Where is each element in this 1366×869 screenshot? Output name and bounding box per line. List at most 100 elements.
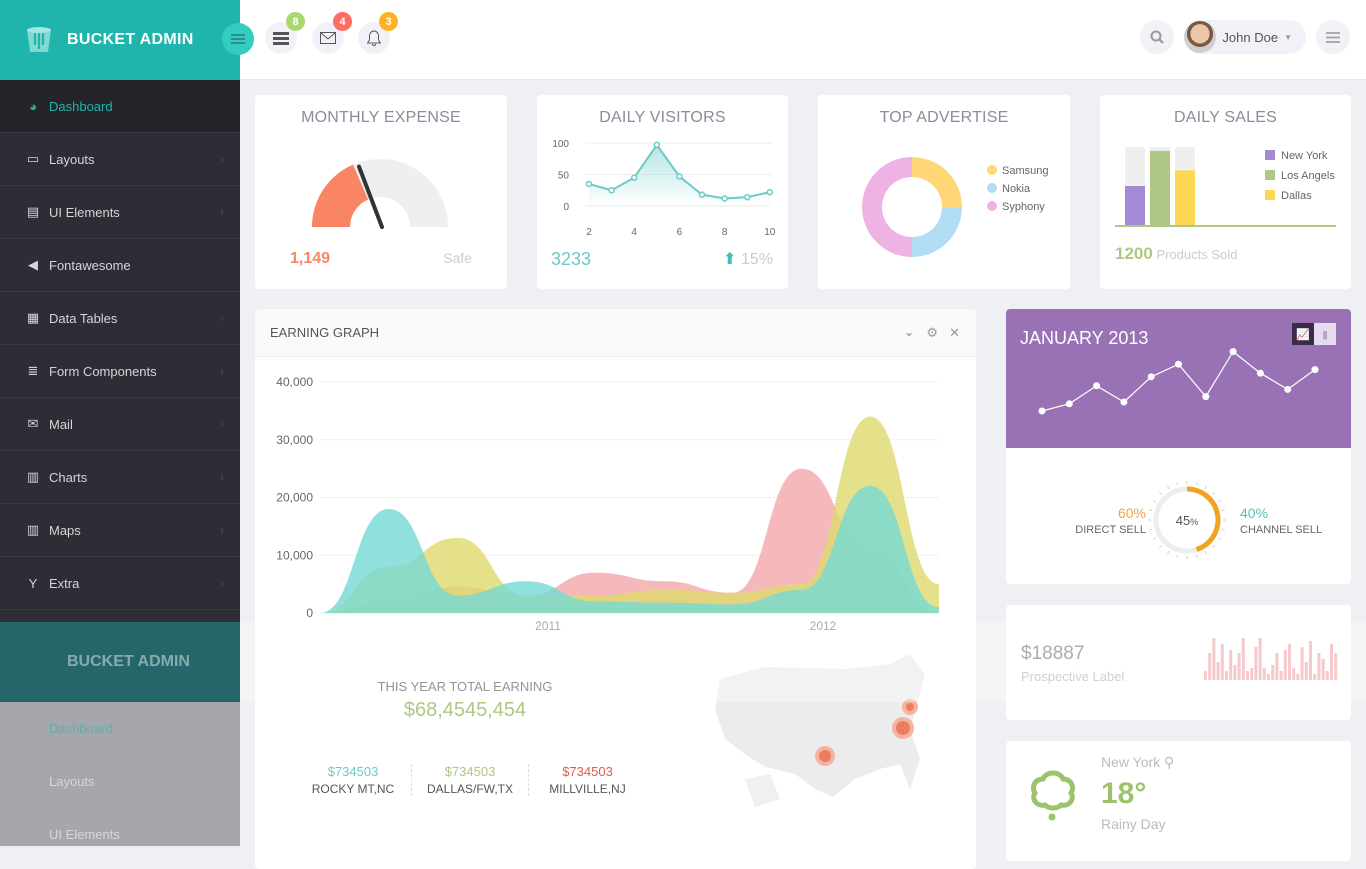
- sales-count-label: Products Sold: [1156, 247, 1238, 262]
- y-tick-label: 10,000: [276, 548, 313, 562]
- direct-sell-label: DIRECT SELL: [1075, 524, 1146, 536]
- gear-icon[interactable]: ⚙: [926, 325, 938, 341]
- mini-bar: [1258, 638, 1262, 680]
- prospective-value: $18887: [1021, 643, 1085, 664]
- mini-bar: [1283, 650, 1287, 680]
- prospective-label: Prospective Label: [1021, 669, 1125, 684]
- mini-bar: [1208, 653, 1212, 680]
- bell-icon: [367, 30, 381, 46]
- x-tick-label: 2011: [535, 619, 561, 633]
- cloud-rain-icon: [1030, 770, 1076, 821]
- chevron-right-icon: ›: [220, 311, 224, 325]
- book-icon: ▤: [26, 204, 40, 219]
- sidebar-item-label: Dashboard: [49, 98, 113, 114]
- sidebar-item-charts[interactable]: ▥ Charts ›: [0, 451, 240, 504]
- y-tick-label: 40,000: [276, 375, 313, 389]
- location-stat: $734503 ROCKY MT,NC: [295, 764, 412, 796]
- sidebar-toggle-button[interactable]: [222, 23, 254, 55]
- sidebar-item-label: Fontawesome: [49, 257, 131, 273]
- data-point: [721, 195, 728, 202]
- weather-city: New York: [1101, 754, 1161, 770]
- channel-sell-label: CHANNEL SELL: [1240, 524, 1323, 536]
- brand-name: BUCKET ADMIN: [67, 31, 194, 48]
- data-point: [608, 187, 615, 194]
- january-line-chart: [1038, 348, 1319, 415]
- close-icon[interactable]: ✕: [949, 325, 960, 341]
- collapse-icon[interactable]: ⌄: [904, 325, 914, 339]
- bullhorn-icon: ◀: [28, 257, 38, 272]
- menu-button[interactable]: [1316, 20, 1350, 54]
- donut-tick: [1152, 500, 1157, 503]
- weather-card: New York ⚲ 18° Rainy Day: [1006, 741, 1351, 861]
- data-point: [676, 173, 683, 180]
- legend-label: Dallas: [1281, 190, 1312, 202]
- sidebar-item-maps[interactable]: ▥ Maps ›: [0, 504, 240, 557]
- earning-area-chart: 40,000 30,000 20,000 10,000 0 2011 2012: [276, 375, 939, 633]
- x-tick-label: 4: [631, 227, 637, 238]
- tasks-icon: [273, 31, 289, 45]
- mail-button[interactable]: 4: [312, 12, 352, 54]
- donut-tick: [1217, 500, 1222, 503]
- mini-bar: [1254, 647, 1258, 680]
- legend-swatch: [1265, 190, 1275, 200]
- sidebar-item-form-components[interactable]: ≣ Form Components ›: [0, 345, 240, 398]
- mini-bar: [1313, 674, 1317, 680]
- weather-desc: Rainy Day: [1101, 816, 1166, 832]
- donut-tick: [1195, 482, 1198, 486]
- location-stat: $734503 DALLAS/FW,TX: [412, 764, 529, 796]
- y-tick-label: 0: [306, 606, 313, 620]
- donut-tick: [1204, 485, 1207, 490]
- sidebar-item-mail[interactable]: ✉ Mail ›: [0, 398, 240, 451]
- top-bar: 8 4 3 John Doe ▼: [240, 0, 1366, 80]
- mini-bar: [1288, 644, 1291, 680]
- mini-bar: [1292, 668, 1296, 680]
- expense-status: Safe: [443, 250, 472, 266]
- total-earning-label: THIS YEAR TOTAL EARNING: [377, 679, 553, 694]
- location-name: DALLAS/FW,TX: [426, 782, 514, 796]
- mini-bar: [1317, 653, 1321, 680]
- arrow-up-icon: ⬆: [723, 251, 737, 268]
- mini-bar: [1212, 638, 1216, 680]
- notification-button[interactable]: 3: [358, 12, 398, 54]
- y-tick-label: 100: [552, 139, 569, 150]
- donut-tick: [1217, 537, 1222, 540]
- tasks-button[interactable]: 8: [265, 12, 305, 54]
- y-tick-label: 50: [558, 171, 570, 182]
- tasks-badge: 8: [286, 12, 305, 31]
- search-button[interactable]: [1140, 20, 1175, 54]
- brand[interactable]: BUCKET ADMIN: [0, 0, 240, 80]
- mini-bar: [1309, 641, 1312, 680]
- caret-down-icon: ▼: [1284, 32, 1292, 42]
- visitors-value: 3233: [551, 249, 592, 269]
- data-point: [1093, 382, 1101, 390]
- sidebar-item-ui-elements[interactable]: ▤ UI Elements ›: [0, 186, 240, 239]
- sidebar-item-fontawesome[interactable]: ◀ Fontawesome: [0, 239, 240, 292]
- location-name: ROCKY MT,NC: [311, 782, 395, 796]
- channel-sell-pct: 40%: [1240, 505, 1269, 521]
- sidebar-item-label: Mail: [49, 416, 73, 432]
- sidebar-item-layouts[interactable]: ▭ Layouts ›: [0, 133, 240, 186]
- mini-bar: [1325, 671, 1329, 680]
- chevron-right-icon: ›: [220, 576, 224, 590]
- user-menu[interactable]: John Doe ▼: [1184, 20, 1306, 54]
- mini-bar: [1250, 668, 1254, 680]
- glass-icon: Y: [28, 575, 38, 591]
- advertise-donut-chart: Samsung Nokia Syphony: [862, 157, 1048, 257]
- prospective-card: $18887 Prospective Label: [1006, 605, 1351, 720]
- map-marker-icon: ⚲: [1164, 754, 1175, 770]
- monthly-expense-card: MONTHLY EXPENSE 1,149 Safe: [255, 95, 507, 289]
- sidebar-item-dashboard[interactable]: ◕ Dashboard: [0, 80, 240, 133]
- user-name: John Doe: [1222, 29, 1279, 45]
- pie-slice-syphony: [862, 157, 912, 257]
- sidebar-item-data-tables[interactable]: ▦ Data Tables ›: [0, 292, 240, 345]
- donut-tick: [1159, 545, 1162, 548]
- chevron-right-icon: ›: [220, 205, 224, 219]
- sidebar-item-label: UI Elements: [49, 204, 120, 220]
- chevron-right-icon: ›: [220, 470, 224, 484]
- expense-gauge: [312, 159, 448, 229]
- x-tick-label: 2: [586, 227, 592, 238]
- sidebar-item-extra[interactable]: Y Extra ›: [0, 557, 240, 610]
- direct-sell-pct: 60%: [1117, 505, 1146, 521]
- card-title: DAILY SALES: [1174, 109, 1277, 126]
- legend-swatch: [987, 165, 997, 175]
